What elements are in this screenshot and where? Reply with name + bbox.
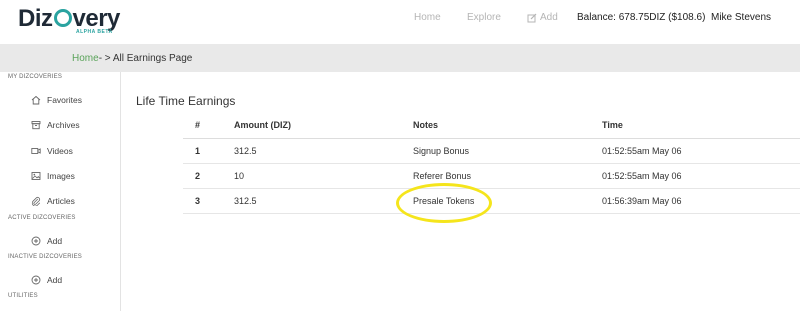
nav-explore-link[interactable]: Explore (467, 12, 501, 23)
sidebar-item-articles[interactable]: Articles (31, 196, 75, 206)
sidebar-section-active: ACTIVE DIZCOVERIES (8, 215, 76, 221)
row-time: 01:52:55am May 06 (590, 138, 800, 164)
row-amount: 312.5 (222, 188, 401, 214)
sidebar-item-label: Favorites (47, 95, 82, 105)
balance-display: Balance: 678.75DIZ ($108.6) (577, 12, 706, 23)
sidebar-item-images[interactable]: Images (31, 171, 75, 181)
edit-icon (527, 13, 537, 22)
highlight-ellipse (396, 183, 492, 223)
sidebar-item-label: Add (47, 236, 63, 246)
sidebar-item-archives[interactable]: Archives (31, 120, 80, 130)
image-icon (31, 172, 41, 180)
row-time: 01:52:55am May 06 (590, 163, 800, 189)
row-notes: Signup Bonus (401, 138, 590, 164)
breadcrumb-current: All Earnings Page (112, 53, 193, 64)
row-number: 2 (183, 163, 222, 189)
earnings-table: # Amount (DIZ) Notes Time 1 312.5 Signup… (183, 112, 800, 214)
sidebar-item-label: Articles (47, 196, 75, 206)
video-icon (31, 148, 41, 154)
sidebar-item-videos[interactable]: Videos (31, 146, 73, 156)
row-time: 01:56:39am May 06 (590, 188, 800, 214)
column-header-number: # (183, 112, 222, 139)
breadcrumb-bar: Home- > All Earnings Page (0, 44, 800, 72)
table-row: 1 312.5 Signup Bonus 01:52:55am May 06 (183, 138, 800, 164)
breadcrumb-separator: - > (98, 53, 113, 64)
column-header-amount: Amount (DIZ) (222, 112, 401, 139)
user-name[interactable]: Mike Stevens (711, 12, 771, 23)
plus-circle-icon (31, 236, 41, 246)
row-amount: 10 (222, 163, 401, 189)
plus-circle-icon (31, 275, 41, 285)
top-navbar: Diz very ALPHA BETA Home Explore Add Bal… (0, 0, 800, 40)
paperclip-icon (31, 197, 41, 206)
row-amount: 312.5 (222, 138, 401, 164)
logo-tagline: ALPHA BETA (76, 29, 113, 35)
column-header-time: Time (590, 112, 800, 139)
nav-add-label: Add (540, 12, 558, 23)
breadcrumb: Home- > All Earnings Page (72, 53, 192, 64)
breadcrumb-home-link[interactable]: Home (72, 53, 99, 64)
row-number: 1 (183, 138, 222, 164)
logo-text-left: Diz (18, 5, 53, 32)
sidebar-section-inactive: INACTIVE DIZCOVERIES (8, 254, 83, 260)
table-row: 2 10 Referer Bonus 01:52:55am May 06 (183, 163, 800, 189)
sidebar-item-label: Videos (47, 146, 73, 156)
sidebar-item-favorites[interactable]: Favorites (31, 95, 82, 105)
nav-add-link[interactable]: Add (527, 12, 558, 23)
sidebar-inactive-add-button[interactable]: Add (31, 275, 62, 285)
row-number: 3 (183, 188, 222, 214)
sidebar-section-my: MY DIZCOVERIES (8, 74, 63, 80)
sidebar-item-label: Archives (47, 120, 80, 130)
table-header-row: # Amount (DIZ) Notes Time (183, 112, 800, 139)
sidebar: MY DIZCOVERIES Favorites Archives Videos… (0, 72, 121, 311)
logo-circle-icon (53, 9, 72, 27)
column-header-notes: Notes (401, 112, 590, 139)
sidebar-active-add-button[interactable]: Add (31, 236, 62, 246)
home-icon (31, 95, 41, 105)
nav-home-link[interactable]: Home (414, 12, 441, 23)
archive-icon (31, 121, 41, 130)
sidebar-item-label: Add (47, 275, 63, 285)
sidebar-item-label: Images (47, 171, 75, 181)
dizcovery-logo[interactable]: Diz very ALPHA BETA (18, 5, 120, 36)
sidebar-section-utilities: UTILITIES (8, 293, 38, 299)
page-title: Life Time Earnings (136, 94, 236, 108)
